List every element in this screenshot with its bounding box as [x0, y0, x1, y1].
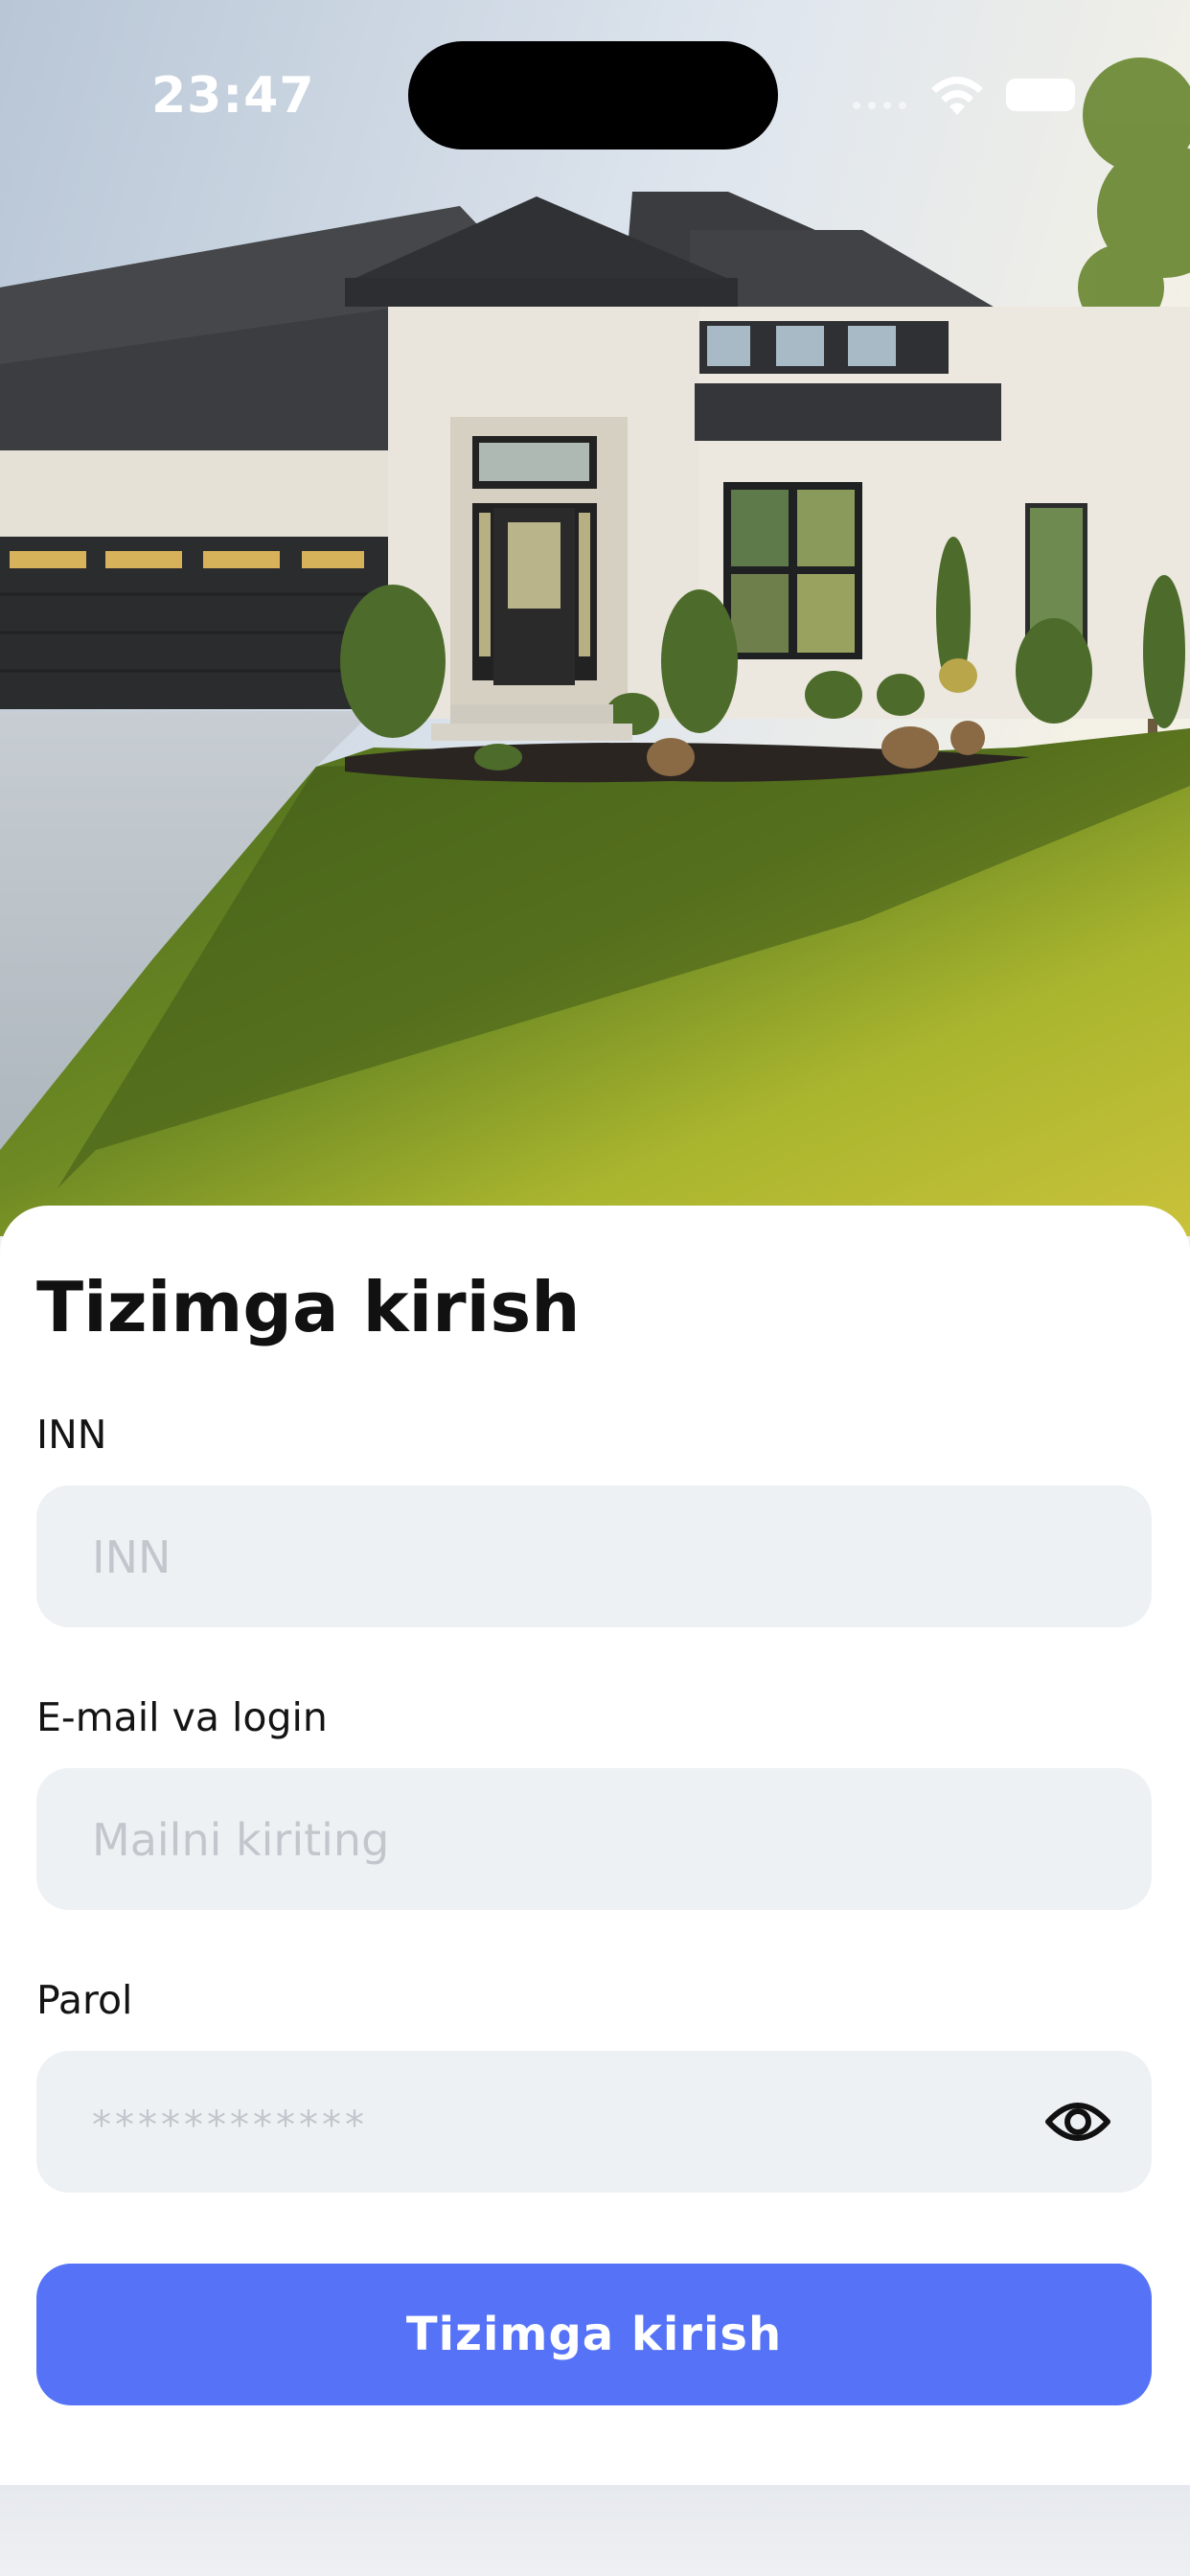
- inn-input[interactable]: [90, 1485, 1052, 1629]
- email-label: E-mail va login: [36, 1694, 328, 1740]
- login-button[interactable]: Tizimga kirish: [36, 2264, 1152, 2405]
- battery-icon: [1006, 79, 1075, 111]
- password-label: Parol: [36, 1977, 133, 2023]
- bottom-area: [0, 2485, 1190, 2576]
- cellular-signal-icon: [853, 102, 910, 111]
- dynamic-island: [408, 41, 778, 150]
- status-bar: 23:47: [0, 0, 1190, 192]
- inn-label: INN: [36, 1412, 107, 1458]
- login-title: Tizimga kirish: [36, 1267, 581, 1347]
- eye-icon[interactable]: [1044, 2095, 1111, 2149]
- wifi-icon: [931, 77, 983, 115]
- email-field[interactable]: [36, 1768, 1152, 1912]
- password-field[interactable]: [36, 2051, 1152, 2195]
- inn-field[interactable]: [36, 1485, 1152, 1629]
- password-input[interactable]: [90, 2051, 1052, 2195]
- email-input[interactable]: [90, 1768, 1052, 1912]
- status-time: 23:47: [151, 67, 315, 125]
